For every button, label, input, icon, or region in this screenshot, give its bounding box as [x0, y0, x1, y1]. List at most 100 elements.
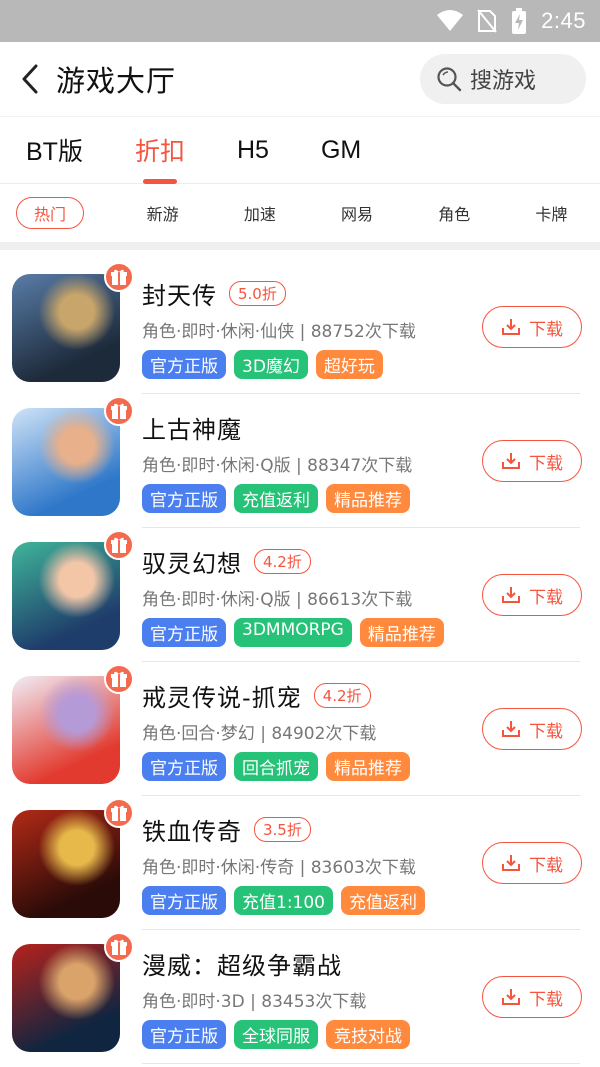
game-tags: 官方正版 充值返利 精品推荐 [142, 483, 600, 513]
game-name: 封天传 [142, 281, 217, 310]
download-label: 下载 [529, 721, 563, 742]
game-tag: 全球同服 [234, 1019, 318, 1049]
filter-new[interactable]: 新游 [114, 201, 211, 225]
game-icon-wrapper [12, 798, 134, 918]
game-tags: 官方正版 全球同服 竞技对战 [142, 1019, 600, 1049]
battery-charging-icon [511, 8, 527, 34]
game-list-item[interactable]: 驭灵幻想 4.2折 角色·即时·休闲·Q版 | 86613次下载 官方正版 3DM… [0, 528, 600, 662]
game-tag: 3D魔幻 [234, 349, 308, 379]
game-tag: 官方正版 [142, 885, 226, 915]
game-tag: 官方正版 [142, 349, 226, 379]
tab-gm[interactable]: GM [321, 116, 361, 184]
chevron-left-icon [22, 64, 38, 94]
game-tag: 官方正版 [142, 483, 226, 513]
filter-card[interactable]: 卡牌 [503, 201, 600, 225]
game-list-item[interactable]: 封天传 5.0折 角色·即时·休闲·仙侠 | 88752次下载 官方正版 3D魔幻… [0, 260, 600, 394]
gift-icon [104, 932, 134, 962]
game-tag: 充值返利 [234, 483, 318, 513]
gift-icon [104, 396, 134, 426]
gift-icon [104, 664, 134, 694]
download-icon [502, 587, 520, 603]
page-title: 游戏大厅 [56, 64, 177, 98]
no-sim-icon [477, 9, 497, 33]
discount-badge: 5.0折 [229, 280, 286, 306]
game-tags: 官方正版 3D魔幻 超好玩 [142, 349, 600, 379]
game-tag: 精品推荐 [326, 483, 410, 513]
download-label: 下载 [529, 587, 563, 608]
filter-hot[interactable]: 热门 [16, 197, 85, 229]
game-icon[interactable] [12, 676, 120, 784]
game-tag: 官方正版 [142, 617, 226, 647]
search-placeholder: 搜游戏 [470, 69, 537, 94]
game-icon[interactable] [12, 944, 120, 1052]
game-list-item[interactable]: 上古神魔 角色·即时·休闲·Q版 | 88347次下载 官方正版 充值返利 精品推荐… [0, 394, 600, 528]
download-label: 下载 [529, 855, 563, 876]
game-name: 上古神魔 [142, 415, 242, 444]
game-tag: 3DMMORPG [234, 617, 352, 647]
wifi-icon [437, 10, 464, 32]
download-button[interactable]: 下载 [482, 306, 582, 348]
app-header: 游戏大厅 搜游戏 [0, 42, 600, 116]
game-list: 封天传 5.0折 角色·即时·休闲·仙侠 | 88752次下载 官方正版 3D魔幻… [0, 250, 600, 1064]
game-icon-wrapper [12, 664, 134, 784]
status-time: 2:45 [541, 8, 586, 33]
gift-icon [104, 798, 134, 828]
game-tags: 官方正版 回合抓宠 精品推荐 [142, 751, 600, 781]
filter-netease[interactable]: 网易 [308, 201, 405, 225]
discount-badge: 4.2折 [254, 548, 311, 574]
game-name: 铁血传奇 [142, 817, 242, 846]
discount-badge: 4.2折 [313, 682, 371, 708]
game-tag: 超好玩 [315, 349, 383, 379]
download-icon [502, 989, 520, 1005]
search-icon [437, 67, 462, 92]
game-tag: 充值1:100 [234, 885, 333, 915]
category-tabs: BT版 折扣 H5 GM [0, 116, 600, 184]
game-icon[interactable] [12, 542, 120, 650]
game-tags: 官方正版 充值1:100 充值返利 [142, 885, 600, 915]
discount-badge: 3.5折 [254, 816, 311, 842]
game-list-item[interactable]: 漫威：超级争霸战 角色·即时·3D | 83453次下载 官方正版 全球同服 竞技对… [0, 930, 600, 1064]
game-icon[interactable] [12, 810, 120, 918]
filter-role[interactable]: 角色 [406, 201, 503, 225]
game-icon-wrapper [12, 262, 134, 382]
download-label: 下载 [529, 319, 563, 340]
game-tag: 官方正版 [142, 1019, 226, 1049]
download-label: 下载 [529, 453, 563, 474]
filter-bar: 热门 新游 加速 网易 角色 卡牌 [0, 184, 600, 242]
game-icon[interactable] [12, 408, 120, 516]
download-button[interactable]: 下载 [482, 440, 582, 482]
game-tag: 精品推荐 [326, 751, 410, 781]
download-button[interactable]: 下载 [482, 976, 582, 1018]
download-icon [502, 453, 520, 469]
game-icon-wrapper [12, 530, 134, 650]
tab-h5[interactable]: H5 [237, 116, 269, 184]
filter-speedup[interactable]: 加速 [211, 201, 308, 225]
game-name: 驭灵幻想 [142, 549, 242, 578]
section-divider [0, 242, 600, 250]
download-label: 下载 [529, 989, 563, 1010]
download-button[interactable]: 下载 [482, 708, 582, 750]
game-tag: 回合抓宠 [234, 751, 318, 781]
game-list-item[interactable]: 铁血传奇 3.5折 角色·即时·休闲·传奇 | 83603次下载 官方正版 充值1… [0, 796, 600, 930]
download-button[interactable]: 下载 [482, 842, 582, 884]
gift-icon [104, 530, 134, 560]
game-tags: 官方正版 3DMMORPG 精品推荐 [142, 617, 600, 647]
game-tag: 官方正版 [142, 751, 226, 781]
game-icon-wrapper [12, 396, 134, 516]
game-tag: 充值返利 [341, 885, 425, 915]
game-tag: 竞技对战 [326, 1019, 410, 1049]
game-list-item[interactable]: 戒灵传说-抓宠 4.2折 角色·回合·梦幻 | 84902次下载 官方正版 回合抓… [0, 662, 600, 796]
tab-bt[interactable]: BT版 [26, 116, 83, 184]
download-button[interactable]: 下载 [482, 574, 582, 616]
game-tag: 精品推荐 [359, 617, 444, 647]
download-icon [502, 721, 520, 737]
gift-icon [104, 262, 134, 292]
download-icon [502, 319, 520, 335]
status-bar: 2:45 [0, 0, 600, 42]
game-icon[interactable] [12, 274, 120, 382]
back-button[interactable] [10, 54, 50, 104]
game-name: 漫威：超级争霸战 [142, 951, 342, 980]
tab-discount[interactable]: 折扣 [135, 116, 185, 184]
download-icon [502, 855, 520, 871]
search-input[interactable]: 搜游戏 [420, 54, 586, 104]
